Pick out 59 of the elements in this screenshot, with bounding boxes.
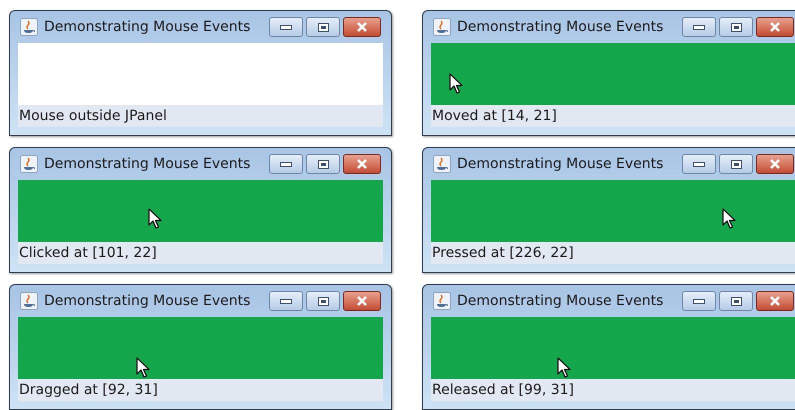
minimize-button[interactable] bbox=[269, 291, 303, 311]
mouse-pointer-icon bbox=[148, 208, 162, 230]
close-button[interactable] bbox=[343, 291, 381, 311]
close-button[interactable] bbox=[756, 154, 794, 174]
maximize-button[interactable] bbox=[306, 154, 340, 174]
minimize-icon bbox=[693, 24, 705, 30]
close-icon bbox=[356, 296, 368, 306]
minimize-icon bbox=[693, 162, 705, 166]
minimize-icon bbox=[693, 298, 705, 304]
window-title: Demonstrating Mouse Events bbox=[457, 18, 664, 36]
minimize-button[interactable] bbox=[269, 154, 303, 174]
maximize-button[interactable] bbox=[719, 154, 753, 174]
maximize-icon bbox=[318, 22, 328, 32]
close-icon bbox=[356, 159, 368, 169]
minimize-button[interactable] bbox=[269, 17, 303, 37]
mouse-pointer-icon bbox=[557, 357, 571, 379]
maximize-button[interactable] bbox=[719, 17, 753, 37]
close-icon bbox=[769, 296, 781, 306]
coffee-cup-icon bbox=[20, 292, 38, 310]
window-title: Demonstrating Mouse Events bbox=[44, 154, 250, 174]
maximize-button[interactable] bbox=[719, 291, 753, 311]
maximize-icon bbox=[730, 296, 742, 306]
coffee-cup-icon bbox=[433, 18, 451, 36]
minimize-icon bbox=[280, 298, 292, 304]
maximize-icon bbox=[730, 160, 742, 168]
status-text: Released at [99, 31] bbox=[432, 380, 574, 400]
minimize-icon bbox=[280, 24, 292, 30]
minimize-button[interactable] bbox=[682, 291, 716, 311]
close-button[interactable] bbox=[343, 17, 381, 37]
coffee-cup-icon bbox=[433, 155, 451, 173]
close-button[interactable] bbox=[343, 154, 381, 174]
coffee-cup-icon bbox=[20, 155, 38, 173]
window-title: Demonstrating Mouse Events bbox=[44, 292, 250, 310]
window-title: Demonstrating Mouse Events bbox=[44, 18, 250, 36]
maximize-icon bbox=[318, 160, 328, 168]
mouse-pointer-icon bbox=[449, 73, 463, 95]
status-text: Moved at [14, 21] bbox=[432, 106, 557, 126]
window-title: Demonstrating Mouse Events bbox=[457, 154, 664, 174]
minimize-button[interactable] bbox=[682, 154, 716, 174]
mouse-pointer-icon bbox=[722, 208, 736, 230]
mouse-pointer-icon bbox=[136, 357, 150, 379]
maximize-icon bbox=[318, 296, 328, 306]
close-icon bbox=[769, 159, 781, 169]
close-button[interactable] bbox=[756, 291, 794, 311]
close-button[interactable] bbox=[756, 17, 794, 37]
minimize-icon bbox=[280, 162, 292, 166]
maximize-icon bbox=[730, 22, 742, 32]
coffee-cup-icon bbox=[433, 292, 451, 310]
status-text: Dragged at [92, 31] bbox=[19, 380, 158, 400]
minimize-button[interactable] bbox=[682, 17, 716, 37]
status-text: Clicked at [101, 22] bbox=[19, 244, 157, 262]
maximize-button[interactable] bbox=[306, 291, 340, 311]
maximize-button[interactable] bbox=[306, 17, 340, 37]
close-icon bbox=[356, 22, 368, 32]
close-icon bbox=[769, 22, 781, 32]
status-text: Pressed at [226, 22] bbox=[432, 244, 574, 262]
window-title: Demonstrating Mouse Events bbox=[457, 292, 664, 310]
status-text: Mouse outside JPanel bbox=[19, 106, 167, 126]
coffee-cup-icon bbox=[20, 18, 38, 36]
